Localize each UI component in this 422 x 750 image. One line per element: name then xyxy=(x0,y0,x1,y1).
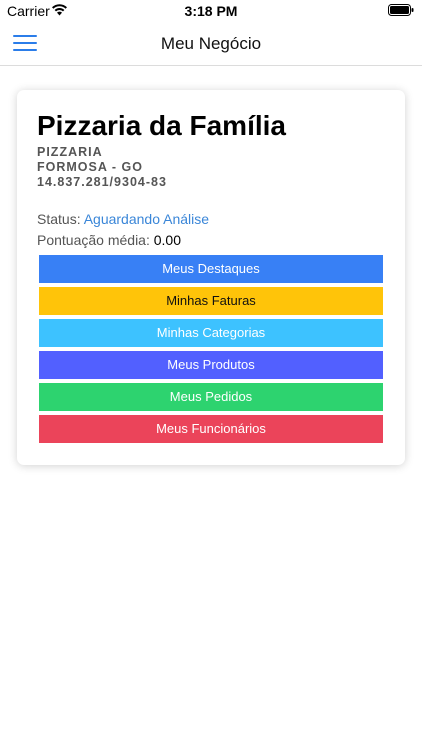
rating-line: Pontuação média: 0.00 xyxy=(37,232,181,248)
battery-icon xyxy=(388,4,414,16)
business-location: FORMOSA - GO xyxy=(37,160,143,174)
status-label: Status: xyxy=(37,211,84,227)
navigation-bar: Meu Negócio xyxy=(0,22,422,66)
page-title: Meu Negócio xyxy=(160,34,262,53)
my-categories-button[interactable]: Minhas Categorias xyxy=(39,319,383,347)
rating-label: Pontuação média: xyxy=(37,232,154,248)
my-highlights-button[interactable]: Meus Destaques xyxy=(39,255,383,283)
business-name: Pizzaria da Família xyxy=(37,110,286,141)
my-invoices-button[interactable]: Minhas Faturas xyxy=(39,287,383,315)
status-line: Status: Aguardando Análise xyxy=(37,211,209,227)
business-document: 14.837.281/9304-83 xyxy=(37,175,167,189)
status-bar: Carrier 3:18 PM xyxy=(0,0,422,22)
my-orders-button[interactable]: Meus Pedidos xyxy=(39,383,383,411)
business-category: PIZZARIA xyxy=(37,145,103,159)
status-value: Aguardando Análise xyxy=(83,211,210,227)
rating-value: 0.00 xyxy=(153,232,181,248)
my-employees-button[interactable]: Meus Funcionários xyxy=(39,415,383,443)
business-card: Pizzaria da Família PIZZARIA FORMOSA - G… xyxy=(17,90,405,465)
clock-time: 3:18 PM xyxy=(184,3,238,19)
my-products-button[interactable]: Meus Produtos xyxy=(39,351,383,379)
